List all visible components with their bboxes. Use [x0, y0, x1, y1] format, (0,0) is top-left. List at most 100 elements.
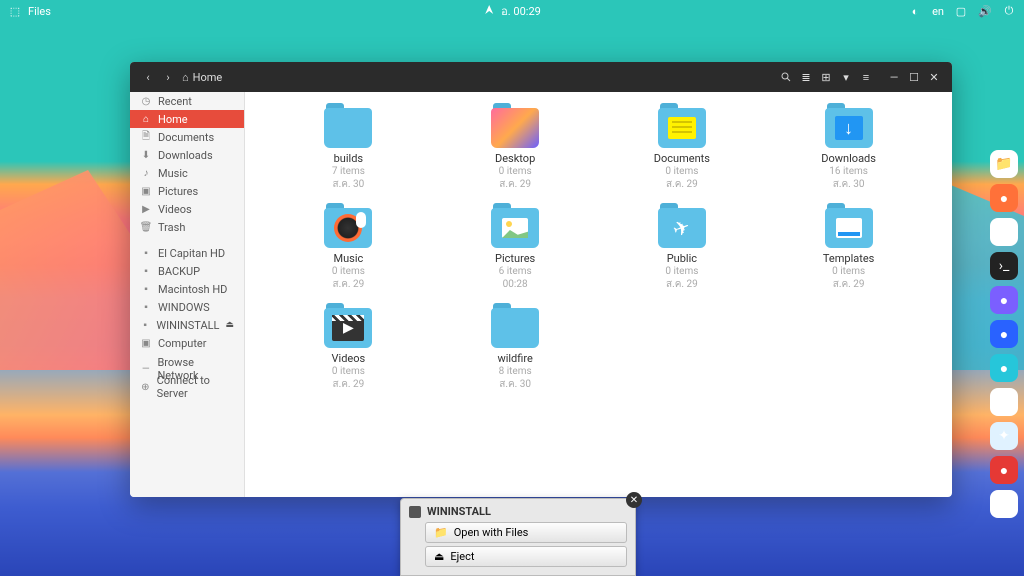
folder-icon: ✈ — [658, 208, 706, 248]
drive-icon: ▪ — [140, 301, 152, 313]
sidebar-item-documents[interactable]: 🗎Documents — [130, 128, 244, 146]
file-manager-window: ‹ › ⌂ Home ≣ ⊞ ▾ ≡ — ☐ ✕ ◷Recent⌂Home🗎Do… — [130, 62, 952, 497]
accessibility-icon[interactable]: ◐ — [908, 4, 922, 18]
activities-icon[interactable]: ⬚ — [8, 4, 22, 18]
dock-item-photos[interactable]: ✿ — [990, 388, 1018, 416]
dock-item-safari[interactable]: ✦ — [990, 422, 1018, 450]
close-button[interactable]: ✕ — [924, 67, 944, 87]
home-icon: ⌂ — [182, 71, 189, 84]
active-app-label[interactable]: Files — [28, 5, 51, 18]
sidebar-item-pictures[interactable]: ▣Pictures — [130, 182, 244, 200]
volume-icon[interactable]: 🔊 — [978, 4, 992, 18]
power-icon[interactable]: ⏻ — [1002, 4, 1016, 18]
dock-item-app-purple[interactable]: ● — [990, 286, 1018, 314]
folder-meta: 8 itemsส.ค. 30 — [499, 365, 532, 391]
dock: 📁 ● ◉ ›_ ● ● ● ✿ ✦ ● ◉ — [990, 150, 1018, 518]
folder-icon — [324, 208, 372, 248]
sidebar-drive-windows[interactable]: ▪WINDOWS — [130, 298, 244, 316]
maximize-button[interactable]: ☐ — [904, 67, 924, 87]
connect-icon: ⊕ — [140, 381, 151, 393]
folder-icon — [658, 108, 706, 148]
sidebar-item-downloads[interactable]: ⬇Downloads — [130, 146, 244, 164]
sidebar-item-videos[interactable]: ▶Videos — [130, 200, 244, 218]
dock-item-chromium[interactable]: ◉ — [990, 490, 1018, 518]
folder-videos[interactable]: ▶Videos0 itemsส.ค. 29 — [265, 308, 432, 408]
sidebar-drive-wininstall[interactable]: ▪WININSTALL⏏ — [130, 316, 244, 334]
sidebar-item-recent[interactable]: ◷Recent — [130, 92, 244, 110]
folder-grid[interactable]: builds7 itemsส.ค. 30Desktop0 itemsส.ค. 2… — [245, 92, 952, 497]
sidebar-connect[interactable]: ⊕Connect to Server — [130, 378, 244, 396]
sidebar-drive-backup[interactable]: ▪BACKUP — [130, 262, 244, 280]
view-dropdown-button[interactable]: ▾ — [836, 67, 856, 87]
folder-name: builds — [334, 152, 363, 165]
home-icon: ⌂ — [140, 113, 152, 125]
down-icon: ⬇ — [140, 149, 152, 161]
clock-label[interactable]: อ. 00:29 — [501, 2, 541, 20]
trash-icon: 🗑 — [140, 221, 152, 233]
folder-public[interactable]: ✈ Public0 itemsส.ค. 29 — [599, 208, 766, 308]
folder-name: Documents — [654, 152, 710, 165]
keyboard-lang[interactable]: en — [932, 5, 944, 18]
breadcrumb[interactable]: ⌂ Home — [182, 71, 222, 84]
folder-name: Templates — [823, 252, 874, 265]
folder-name: Downloads — [821, 152, 876, 165]
view-list-button[interactable]: ≣ — [796, 67, 816, 87]
minimize-button[interactable]: — — [884, 67, 904, 87]
dock-item-firefox[interactable]: ● — [990, 184, 1018, 212]
doc-icon: 🗎 — [140, 131, 152, 143]
dock-item-chrome[interactable]: ◉ — [990, 218, 1018, 246]
folder-icon — [491, 208, 539, 248]
sidebar-item-home[interactable]: ⌂Home — [130, 110, 244, 128]
search-button[interactable] — [776, 67, 796, 87]
dock-item-app-red[interactable]: ● — [990, 456, 1018, 484]
folder-icon: ▶ — [324, 308, 372, 348]
sidebar-item-trash[interactable]: 🗑Trash — [130, 218, 244, 236]
folder-name: Public — [667, 252, 697, 265]
breadcrumb-label: Home — [193, 71, 223, 84]
clock-icon: ◷ — [140, 95, 152, 107]
folder-desktop[interactable]: Desktop0 itemsส.ค. 29 — [432, 108, 599, 208]
files-icon: 📁 — [434, 526, 448, 539]
notification-close-button[interactable]: ✕ — [626, 492, 642, 508]
folder-meta: 0 itemsส.ค. 29 — [665, 265, 698, 291]
folder-name: Pictures — [495, 252, 535, 265]
dock-item-files[interactable]: 📁 — [990, 150, 1018, 178]
eject-button[interactable]: ⏏ Eject — [425, 546, 627, 567]
network-icon[interactable]: ▢ — [954, 4, 968, 18]
sidebar-drive-macintosh-hd[interactable]: ▪Macintosh HD — [130, 280, 244, 298]
folder-wildfire[interactable]: wildfire8 itemsส.ค. 30 — [432, 308, 599, 408]
titlebar[interactable]: ‹ › ⌂ Home ≣ ⊞ ▾ ≡ — ☐ ✕ — [130, 62, 952, 92]
folder-builds[interactable]: builds7 itemsส.ค. 30 — [265, 108, 432, 208]
computer-icon: ▣ — [140, 337, 152, 349]
folder-meta: 6 items00:28 — [499, 265, 532, 291]
dock-item-app-teal[interactable]: ● — [990, 354, 1018, 382]
folder-pictures[interactable]: Pictures6 items00:28 — [432, 208, 599, 308]
sidebar: ◷Recent⌂Home🗎Documents⬇Downloads♪Music▣P… — [130, 92, 245, 497]
folder-icon: ↓ — [825, 108, 873, 148]
distro-logo-icon[interactable] — [483, 4, 495, 19]
vid-icon: ▶ — [140, 203, 152, 215]
folder-music[interactable]: Music0 itemsส.ค. 29 — [265, 208, 432, 308]
hamburger-menu-button[interactable]: ≡ — [856, 67, 876, 87]
dock-item-terminal[interactable]: ›_ — [990, 252, 1018, 280]
dock-item-app-blue[interactable]: ● — [990, 320, 1018, 348]
drive-icon: ▪ — [140, 319, 150, 331]
folder-name: Music — [333, 252, 363, 265]
sidebar-drive-el-capitan-hd[interactable]: ▪El Capitan HD — [130, 244, 244, 262]
eject-icon[interactable]: ⏏ — [225, 320, 234, 330]
view-grid-button[interactable]: ⊞ — [816, 67, 836, 87]
pic-icon: ▣ — [140, 185, 152, 197]
nav-back-button[interactable]: ‹ — [138, 67, 158, 87]
folder-meta: 0 itemsส.ค. 29 — [332, 265, 365, 291]
sidebar-computer[interactable]: ▣Computer — [130, 334, 244, 352]
folder-icon — [825, 208, 873, 248]
eject-icon: ⏏ — [434, 550, 444, 563]
folder-icon — [491, 308, 539, 348]
folder-downloads[interactable]: ↓Downloads16 itemsส.ค. 30 — [765, 108, 932, 208]
folder-icon — [324, 108, 372, 148]
nav-forward-button[interactable]: › — [158, 67, 178, 87]
open-with-files-button[interactable]: 📁 Open with Files — [425, 522, 627, 543]
folder-templates[interactable]: Templates0 itemsส.ค. 29 — [765, 208, 932, 308]
sidebar-item-music[interactable]: ♪Music — [130, 164, 244, 182]
folder-documents[interactable]: Documents0 itemsส.ค. 29 — [599, 108, 766, 208]
